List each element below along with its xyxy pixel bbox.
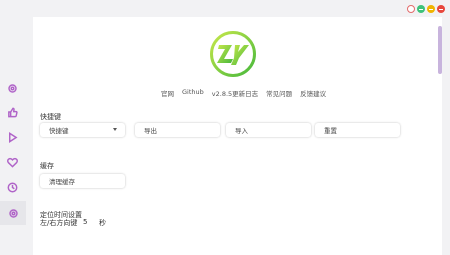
- shortcuts-dropdown-value: 快捷键: [49, 127, 69, 135]
- history-clock-icon: [7, 182, 18, 193]
- settings-gear-icon: [8, 84, 17, 93]
- scrollbar-thumb[interactable]: [438, 26, 442, 74]
- clear-cache-button[interactable]: 清理缓存: [40, 174, 125, 188]
- reset-button-label: 重置: [324, 127, 337, 135]
- link-faq[interactable]: 常见问题: [266, 88, 292, 98]
- close-icon[interactable]: [437, 5, 445, 13]
- sidebar: [0, 16, 26, 255]
- pin-icon[interactable]: [417, 5, 425, 13]
- sidebar-item-settings[interactable]: [0, 201, 26, 225]
- play-icon: [9, 132, 18, 143]
- header-links: 官网 Github v2.8.5更新日志 常见问题 反馈建议: [161, 88, 326, 98]
- minimize-icon[interactable]: [427, 5, 435, 13]
- heart-icon: [7, 157, 18, 168]
- shortcuts-title: 快捷键: [40, 113, 61, 121]
- title-bar: [0, 0, 450, 16]
- link-changelog[interactable]: v2.8.5更新日志: [212, 88, 258, 98]
- zy-logo: [210, 31, 256, 77]
- seek-seconds-input[interactable]: 5: [83, 218, 87, 226]
- reset-button[interactable]: 重置: [315, 123, 400, 137]
- sidebar-item-settings-top[interactable]: [6, 82, 19, 95]
- chevron-down-icon: [113, 128, 117, 131]
- thumbs-up-icon: [8, 107, 18, 118]
- clear-cache-button-label: 清理缓存: [49, 178, 75, 186]
- import-button[interactable]: 导入: [226, 123, 311, 137]
- link-github[interactable]: Github: [182, 88, 204, 98]
- link-official-site[interactable]: 官网: [161, 88, 174, 98]
- export-button-label: 导出: [144, 127, 157, 135]
- sidebar-item-recommend[interactable]: [6, 106, 19, 119]
- shortcuts-dropdown[interactable]: 快捷键: [40, 123, 125, 137]
- seek-arrow-label: 左/右方向键: [40, 219, 78, 227]
- settings-gear-icon: [8, 208, 18, 218]
- link-feedback[interactable]: 反馈建议: [300, 88, 326, 98]
- cache-title: 缓存: [40, 162, 54, 170]
- sidebar-item-history[interactable]: [6, 181, 19, 194]
- seek-unit-label: 秒: [99, 219, 106, 227]
- sidebar-item-play[interactable]: [6, 131, 19, 144]
- import-button-label: 导入: [235, 127, 248, 135]
- refresh-icon[interactable]: [407, 5, 415, 13]
- sidebar-item-favorites[interactable]: [6, 156, 19, 169]
- export-button[interactable]: 导出: [135, 123, 220, 137]
